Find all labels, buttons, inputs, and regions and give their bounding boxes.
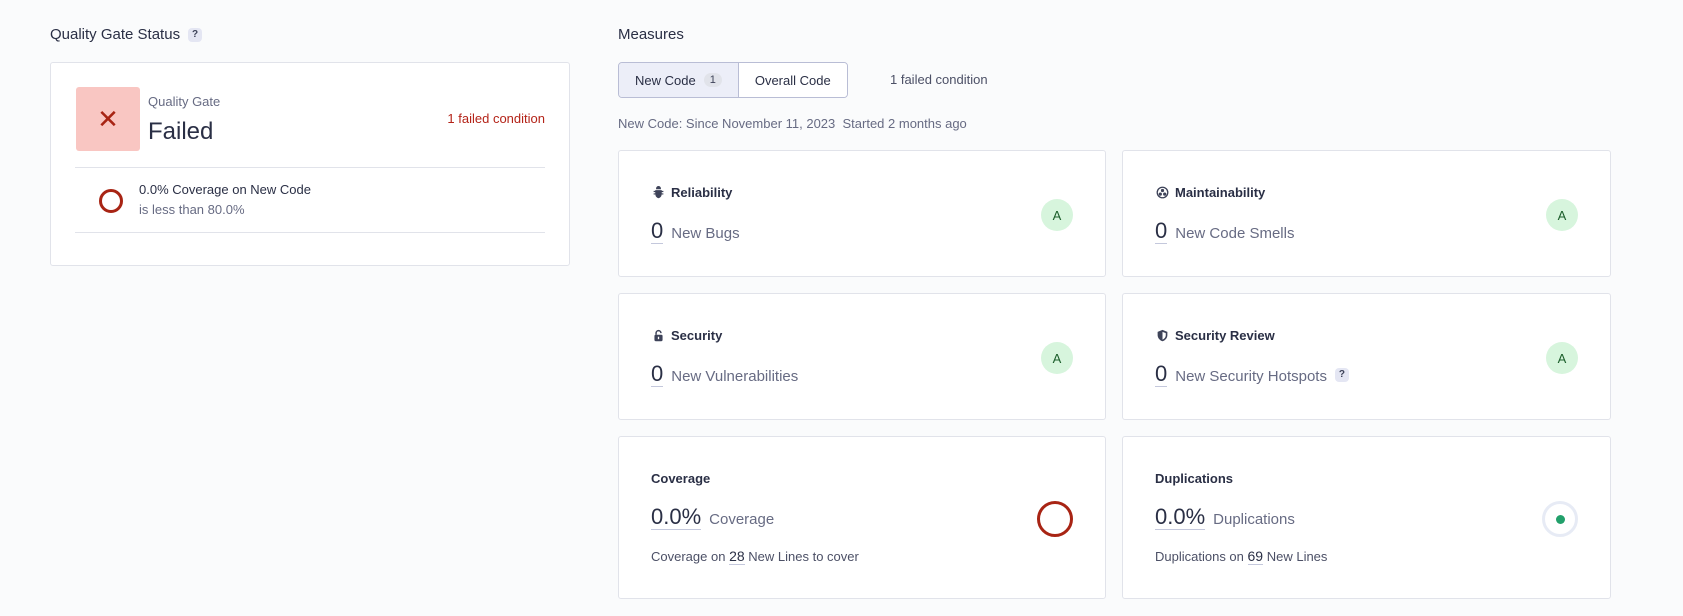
duplications-label: Duplications — [1213, 511, 1295, 528]
duplications-indicator-icon — [1542, 501, 1578, 537]
coverage-card: Coverage 0.0% Coverage Coverage on 28 Ne… — [618, 436, 1106, 599]
tab-label: New Code — [635, 72, 696, 88]
tab-overall-code[interactable]: Overall Code — [738, 63, 847, 97]
duplications-percent[interactable]: 0.0% — [1155, 504, 1206, 531]
condition-subtitle: is less than 80.0% — [139, 202, 245, 217]
coverage-value: 0.0% Coverage — [651, 504, 775, 531]
maintainability-card: Maintainability 0 New Code Smells A — [1122, 150, 1611, 277]
duplications-value: 0.0% Duplications — [1155, 504, 1295, 531]
tab-count-badge: 1 — [703, 73, 722, 87]
maintainability-value: 0 New Code Smells — [1155, 218, 1295, 245]
security-rating[interactable]: A — [1041, 342, 1073, 374]
quality-gate-title-text: Quality Gate Status — [50, 26, 181, 43]
measures-failed-conditions[interactable]: 1 failed condition — [890, 72, 988, 87]
card-title-text: Security Review — [1175, 328, 1275, 343]
reliability-card: Reliability 0 New Bugs A — [618, 150, 1106, 277]
new-lines-count[interactable]: 69 — [1247, 548, 1264, 565]
reliability-rating[interactable]: A — [1041, 199, 1073, 231]
security-card: Security 0 New Vulnerabilities A — [618, 293, 1106, 420]
security-review-title: Security Review — [1155, 328, 1275, 343]
card-title-text: Coverage — [651, 471, 711, 486]
bug-icon — [651, 186, 665, 200]
lock-icon — [651, 329, 665, 343]
coverage-ring-icon — [99, 189, 123, 213]
card-title-text: Maintainability — [1175, 185, 1266, 200]
duplications-card: Duplications 0.0% Duplications Duplicati… — [1122, 436, 1611, 599]
failed-badge-icon: ✕ — [76, 87, 140, 151]
duplications-dot-icon — [1555, 514, 1565, 524]
divider — [75, 167, 545, 168]
divider — [75, 232, 545, 233]
shield-icon — [1155, 329, 1169, 343]
new-bugs-count[interactable]: 0 — [651, 218, 664, 245]
new-vulnerabilities-label: New Vulnerabilities — [671, 368, 799, 385]
reliability-title: Reliability — [651, 185, 732, 200]
condition-title[interactable]: 0.0% Coverage on New Code — [139, 182, 311, 197]
security-value: 0 New Vulnerabilities — [651, 361, 799, 388]
duplications-sub-suffix: New Lines — [1266, 549, 1328, 564]
coverage-lines-info: Coverage on 28 New Lines to cover — [651, 548, 859, 565]
coverage-sub-suffix: New Lines to cover — [748, 549, 859, 564]
duplications-title: Duplications — [1155, 471, 1233, 486]
coverage-percent[interactable]: 0.0% — [651, 504, 702, 531]
maintainability-rating[interactable]: A — [1546, 199, 1578, 231]
card-title-text: Duplications — [1155, 471, 1234, 486]
failed-conditions-count: 1 failed condition — [447, 111, 545, 126]
new-bugs-label: New Bugs — [671, 225, 740, 242]
security-review-rating[interactable]: A — [1546, 342, 1578, 374]
card-title-text: Reliability — [671, 185, 733, 200]
code-tabs: New Code 1 Overall Code — [618, 62, 848, 98]
help-icon[interactable]: ? — [188, 27, 203, 42]
coverage-sub-prefix: Coverage on — [651, 549, 726, 564]
quality-gate-label: Quality Gate — [148, 94, 221, 109]
new-vulnerabilities-count[interactable]: 0 — [651, 361, 664, 388]
measures-title-text: Measures — [618, 26, 684, 43]
new-lines-to-cover-count[interactable]: 28 — [729, 548, 745, 565]
reliability-value: 0 New Bugs — [651, 218, 740, 245]
new-security-hotspots-count[interactable]: 0 — [1155, 361, 1168, 388]
card-title-text: Security — [671, 328, 723, 343]
quality-gate-title: Quality Gate Status ? — [50, 26, 203, 43]
security-review-card: Security Review 0 New Security Hotspots … — [1122, 293, 1611, 420]
duplications-sub-prefix: Duplications on — [1155, 549, 1244, 564]
new-code-smells-label: New Code Smells — [1175, 225, 1295, 242]
new-code-smells-count[interactable]: 0 — [1155, 218, 1168, 245]
coverage-ring-icon — [1037, 501, 1073, 537]
security-review-value: 0 New Security Hotspots ? — [1155, 361, 1349, 388]
coverage-title: Coverage — [651, 471, 710, 486]
quality-gate-card: ✕ Quality Gate Failed 1 failed condition… — [50, 62, 570, 266]
quality-gate-status: Failed — [148, 118, 214, 145]
help-icon[interactable]: ? — [1334, 367, 1349, 382]
new-security-hotspots-label: New Security Hotspots — [1175, 368, 1327, 385]
tab-label: Overall Code — [754, 72, 831, 88]
measures-title: Measures — [618, 26, 684, 43]
new-code-period-info: New Code: Since November 11, 2023 Starte… — [618, 116, 967, 131]
tab-new-code[interactable]: New Code 1 — [619, 63, 739, 97]
coverage-label: Coverage — [709, 511, 775, 528]
security-title: Security — [651, 328, 722, 343]
maintainability-icon — [1155, 186, 1169, 200]
maintainability-title: Maintainability — [1155, 185, 1265, 200]
duplications-lines-info: Duplications on 69 New Lines — [1155, 548, 1328, 565]
